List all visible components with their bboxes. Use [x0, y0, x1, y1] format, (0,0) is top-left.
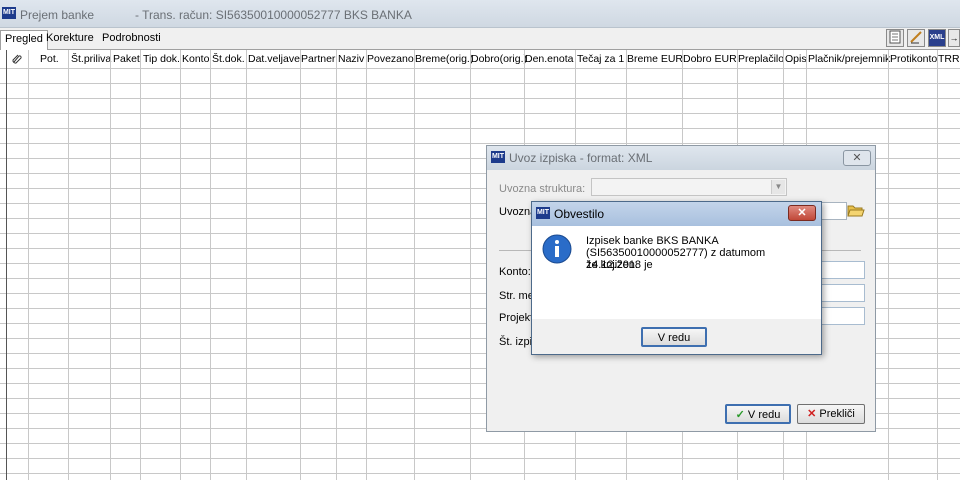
message-dialog: MIT Obvestilo ✕ Izpisek banke BKS BANKA … [531, 201, 822, 355]
grid-col-divider [300, 50, 301, 480]
tab-pregled-label: Pregled [5, 33, 43, 45]
paperclip-icon [11, 53, 23, 68]
checkmark-icon: ✓ [735, 409, 745, 421]
cross-icon: ✕ [807, 408, 817, 420]
tab-korekture-label: Korekture [46, 32, 94, 44]
col-header-preplacilo[interactable]: Preplačilo [738, 53, 784, 65]
import-cancel-button[interactable]: ✕ Prekliči [797, 404, 865, 424]
arrow-right-icon[interactable]: → [948, 29, 960, 47]
grid-col-divider [140, 50, 141, 480]
edit-icon[interactable] [907, 29, 925, 47]
col-header-den-enota[interactable]: Den.enota [525, 53, 573, 65]
close-icon[interactable]: ✕ [843, 150, 871, 166]
grid-col-divider [68, 50, 69, 480]
grid-col-divider [246, 50, 247, 480]
col-header-placnik[interactable]: Plačnik/prejemnik [808, 53, 890, 65]
app-logo-icon: MIT [491, 151, 505, 163]
xml-icon[interactable]: XML [928, 29, 946, 47]
col-header-paket[interactable]: Paket [113, 53, 140, 65]
chevron-down-icon[interactable]: ▼ [771, 180, 785, 194]
projekt-input[interactable] [817, 307, 865, 325]
col-header-partner[interactable]: Partner [301, 53, 335, 65]
tab-podrobnosti-label: Podrobnosti [102, 32, 161, 44]
message-text-line3: že knjižen. [586, 259, 638, 271]
page-icon[interactable] [886, 29, 904, 47]
message-dialog-title: Obvestilo [554, 207, 605, 221]
str-mes-input[interactable] [817, 284, 865, 302]
grid-col-divider [888, 50, 889, 480]
window-subtitle: - Trans. račun: SI56350010000052777 BKS … [135, 8, 412, 22]
konto-input[interactable] [817, 261, 865, 279]
import-ok-label: V redu [747, 409, 781, 421]
col-header-naziv[interactable]: Naziv [338, 53, 364, 65]
import-dialog-titlebar: MIT Uvoz izpiska - format: XML ✕ [487, 146, 875, 170]
grid-col-divider [210, 50, 211, 480]
message-ok-button[interactable]: V redu [641, 327, 707, 347]
struktura-select[interactable]: ▼ [591, 178, 787, 196]
grid-col-divider [180, 50, 181, 480]
info-icon [542, 234, 572, 264]
col-header-dobro-orig[interactable]: Dobro(orig.) [471, 53, 527, 65]
konto-label: Konto: [499, 266, 531, 278]
col-header-tip-dok[interactable]: Tip dok. [143, 53, 180, 65]
col-header-st-dok[interactable]: Št.dok. [212, 53, 245, 65]
col-header-protikonto[interactable]: Protikonto [890, 53, 937, 65]
tab-strip: Pregled Korekture Podrobnosti XML → [0, 28, 960, 50]
grid-col-divider [28, 50, 29, 480]
window-titlebar: MIT Prejem banke - Trans. račun: SI56350… [0, 0, 960, 28]
col-header-breme-orig[interactable]: Breme(orig.) [415, 53, 473, 65]
grid-col-divider [336, 50, 337, 480]
xml-icon-label: XML [929, 34, 945, 41]
message-dialog-titlebar: MIT Obvestilo ✕ [532, 202, 821, 226]
app-logo-icon: MIT [2, 7, 16, 19]
grid-col-divider [470, 50, 471, 480]
folder-open-icon[interactable] [847, 202, 865, 220]
col-header-breme-eur[interactable]: Breme EUR [627, 53, 683, 65]
grid-col-divider [110, 50, 111, 480]
tab-podrobnosti[interactable]: Podrobnosti [98, 30, 165, 50]
arrow-right-label: → [949, 33, 959, 43]
col-header-pot[interactable]: Pot. [40, 53, 59, 65]
grid-col-divider [366, 50, 367, 480]
struktura-label: Uvozna struktura: [499, 183, 586, 195]
row-indicator-column [0, 50, 7, 480]
col-header-dobro-eur[interactable]: Dobro EUR [683, 53, 737, 65]
col-header-dat-veljave[interactable]: Dat.veljave [248, 53, 300, 65]
tab-korekture[interactable]: Korekture [42, 30, 98, 50]
tab-pregled[interactable]: Pregled [0, 30, 48, 50]
message-text-line1: Izpisek banke BKS BANKA [586, 235, 719, 247]
window-title: Prejem banke [20, 8, 95, 22]
message-ok-label: V redu [657, 332, 691, 344]
col-header-opis[interactable]: Opis [785, 53, 807, 65]
col-header-konto[interactable]: Konto [182, 53, 209, 65]
import-ok-button[interactable]: ✓ V redu [725, 404, 791, 424]
app-logo-icon: MIT [536, 207, 550, 219]
col-header-st-priliva[interactable]: Št.priliva [71, 53, 111, 65]
col-header-tecaj[interactable]: Tečaj za 1 [577, 53, 624, 65]
import-dialog-title: Uvoz izpiska - format: XML [509, 151, 653, 165]
grid-col-divider [937, 50, 938, 480]
import-cancel-label: Prekliči [819, 408, 855, 420]
col-header-povezano[interactable]: Povezano [367, 53, 414, 65]
col-header-trr[interactable]: TRR [938, 53, 960, 65]
close-icon[interactable]: ✕ [788, 205, 816, 221]
grid-col-divider [414, 50, 415, 480]
